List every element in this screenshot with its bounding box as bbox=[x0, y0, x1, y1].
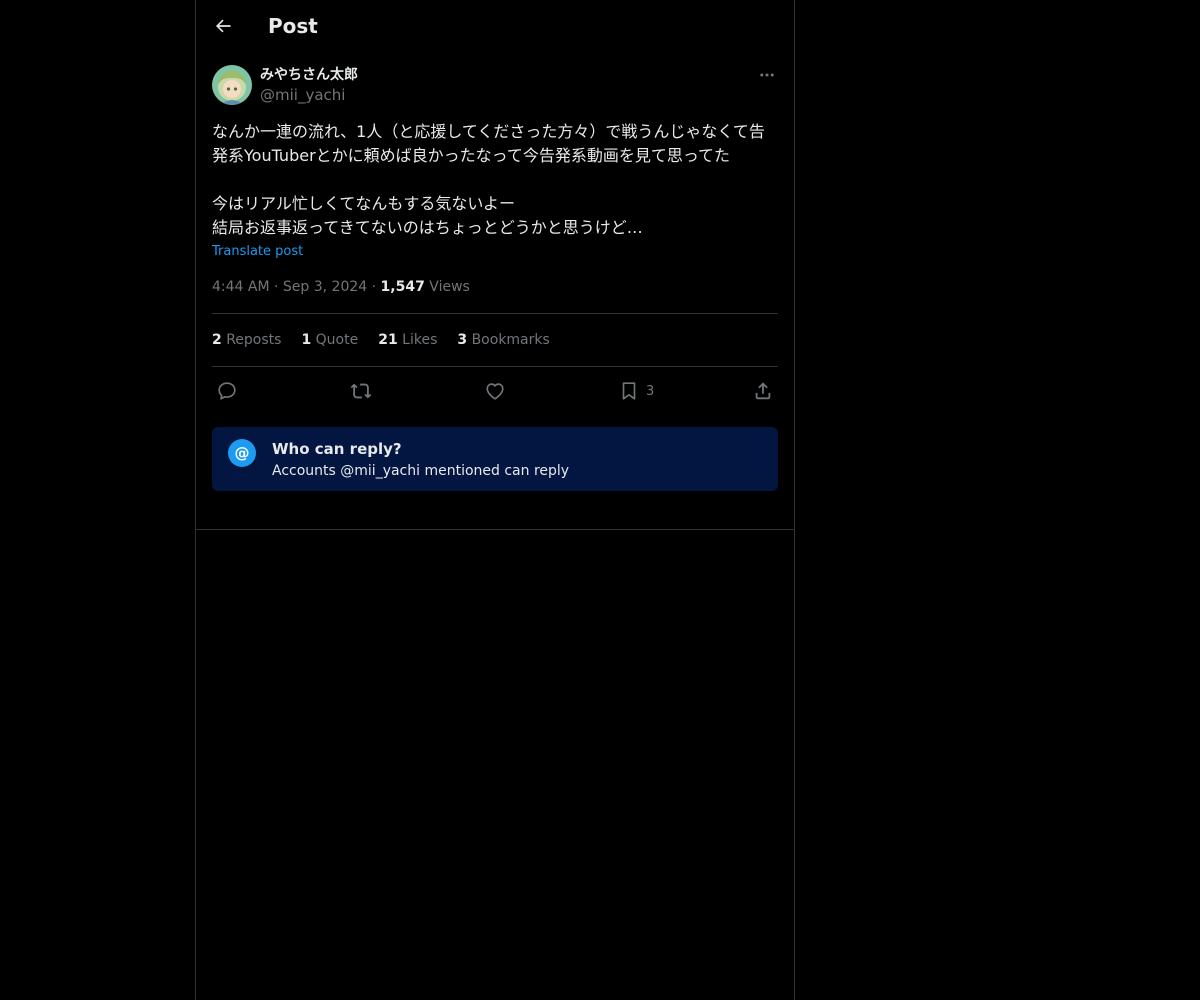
more-options-button[interactable] bbox=[756, 64, 778, 86]
repost-button[interactable] bbox=[350, 379, 372, 403]
divider bbox=[196, 529, 794, 530]
translate-post-link[interactable]: Translate post bbox=[212, 244, 303, 260]
author-handle[interactable]: @mii_yachi bbox=[260, 86, 345, 104]
meta-separator: · bbox=[371, 279, 377, 295]
bookmarks-stat[interactable]: 3 Bookmarks bbox=[457, 330, 549, 350]
post-time[interactable]: 4:44 AM bbox=[212, 279, 270, 295]
meta-separator: · bbox=[274, 279, 279, 295]
likes-stat[interactable]: 21 Likes bbox=[378, 330, 437, 350]
reply-bubble-icon bbox=[218, 382, 236, 400]
quotes-stat[interactable]: 1 Quote bbox=[301, 330, 358, 350]
avatar[interactable] bbox=[212, 65, 252, 105]
at-sign-icon: @ bbox=[228, 439, 256, 467]
more-dots-icon bbox=[760, 73, 774, 77]
reply-restriction-subtitle: Accounts @mii_yachi mentioned can reply bbox=[272, 463, 570, 479]
bookmark-icon bbox=[622, 382, 636, 400]
post-text: なんか一連の流れ、1人（と応援してくださった方々）で戦うんじゃなくて告発系You… bbox=[212, 122, 765, 237]
post-detail: みやちさん太郎 @mii_yachi なんか一連の流れ、1人（と応援してくださっ… bbox=[212, 64, 778, 491]
heart-icon bbox=[486, 383, 504, 400]
reposts-label: Reposts bbox=[226, 332, 282, 348]
page-header: Post bbox=[196, 0, 794, 53]
primary-column: Post みやちさん太郎 @mii_yachi なんか一連の流れ、1人（と応援し… bbox=[195, 0, 795, 1000]
bookmark-button[interactable]: 3 bbox=[618, 379, 654, 403]
author-display-name[interactable]: みやちさん太郎 bbox=[260, 66, 358, 84]
repost-icon bbox=[350, 383, 372, 399]
action-bar: 3 bbox=[212, 367, 778, 415]
page-title: Post bbox=[268, 14, 318, 38]
engagement-stats: 2 Reposts 1 Quote 21 Likes 3 Bookmarks bbox=[212, 314, 778, 366]
share-button[interactable] bbox=[752, 379, 774, 403]
bookmarks-label: Bookmarks bbox=[471, 332, 550, 348]
bookmarks-count: 3 bbox=[457, 332, 468, 348]
bookmark-action-count: 3 bbox=[646, 383, 655, 399]
quotes-label: Quote bbox=[315, 332, 359, 348]
post-meta: 4:44 AM · Sep 3, 2024 · 1,547 Views bbox=[212, 277, 778, 297]
quotes-count: 1 bbox=[301, 332, 312, 348]
reposts-count: 2 bbox=[212, 332, 222, 348]
share-icon bbox=[755, 382, 771, 400]
avatar-image bbox=[212, 65, 252, 105]
post-date[interactable]: Sep 3, 2024 bbox=[283, 279, 367, 295]
views-label: Views bbox=[429, 279, 470, 295]
reply-button[interactable] bbox=[216, 379, 238, 403]
author-row: みやちさん太郎 @mii_yachi bbox=[212, 64, 778, 106]
views-count: 1,547 bbox=[380, 279, 425, 295]
back-button[interactable] bbox=[206, 9, 240, 43]
reply-restriction-title: Who can reply? bbox=[272, 440, 402, 458]
like-button[interactable] bbox=[484, 379, 506, 403]
likes-count: 21 bbox=[378, 332, 398, 348]
likes-label: Likes bbox=[402, 332, 438, 348]
arrow-left-icon bbox=[216, 19, 231, 33]
reply-restriction-notice: @ Who can reply? Accounts @mii_yachi men… bbox=[212, 427, 778, 491]
reposts-stat[interactable]: 2 Reposts bbox=[212, 330, 281, 350]
